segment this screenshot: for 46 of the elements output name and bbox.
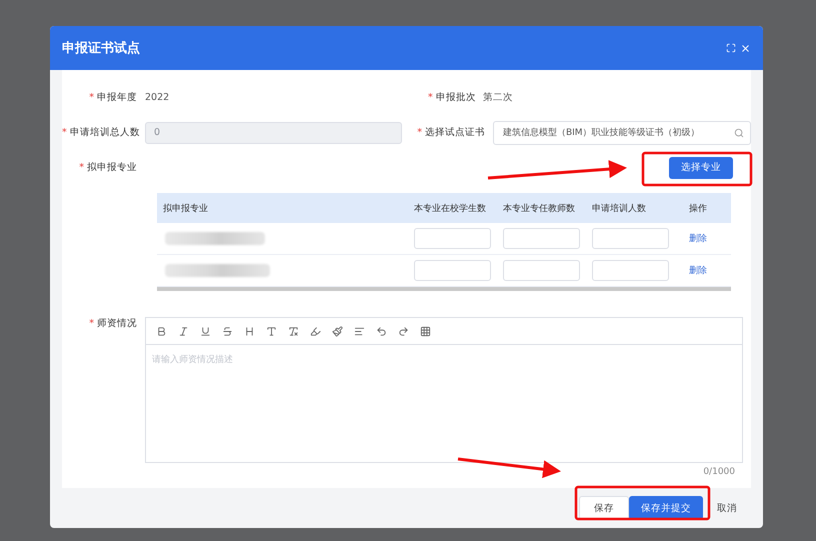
- paintbrush-icon[interactable]: [332, 326, 343, 336]
- select-value: 建筑信息模型（BIM）职业技能等级证书（初级）: [502, 126, 700, 139]
- action-button[interactable]: 保存并提交: [629, 496, 703, 520]
- input-field[interactable]: [592, 228, 669, 249]
- fullscreen-icon[interactable]: [726, 42, 736, 52]
- field-label: * 申请培训总人数: [62, 126, 141, 139]
- character-counter: 0/1000: [703, 467, 735, 477]
- input-field[interactable]: [414, 260, 491, 281]
- redo-icon[interactable]: [398, 326, 409, 336]
- column-header: 本专业在校学生数: [414, 202, 487, 214]
- table-icon[interactable]: [420, 326, 431, 336]
- input-field[interactable]: [503, 228, 580, 249]
- close-icon[interactable]: [740, 42, 751, 54]
- clear-format-icon[interactable]: [288, 326, 299, 336]
- delete-link[interactable]: 删除: [689, 232, 731, 245]
- column-header: 申请培训人数: [592, 202, 647, 214]
- input-field[interactable]: [503, 260, 580, 281]
- undo-icon[interactable]: [376, 326, 387, 336]
- input-field[interactable]: [414, 228, 491, 249]
- text-size-icon[interactable]: [266, 326, 277, 336]
- bold-icon[interactable]: [156, 326, 167, 336]
- field-value: 2022: [145, 92, 170, 103]
- column-header: 操作: [689, 202, 708, 214]
- field-label: * 选择试点证书: [416, 126, 486, 139]
- field-value: 第二次: [483, 91, 514, 104]
- italic-icon[interactable]: [178, 326, 189, 336]
- search-icon: [734, 128, 744, 138]
- rich-text-editor[interactable]: 请输入师资情况描述: [145, 317, 743, 463]
- highlighter-icon[interactable]: [310, 326, 321, 336]
- select-field[interactable]: 建筑信息模型（BIM）职业技能等级证书（初级）: [492, 120, 752, 144]
- underline-icon[interactable]: [200, 326, 211, 336]
- heading-icon[interactable]: [244, 326, 255, 336]
- action-button[interactable]: 取消: [703, 496, 751, 520]
- delete-link[interactable]: 删除: [689, 264, 731, 277]
- dialog-title: 申报证书试点: [62, 40, 140, 57]
- field-label: * 申报批次: [428, 91, 477, 104]
- field-label: * 申报年度: [88, 91, 138, 104]
- field-label: * 拟申报专业: [78, 161, 138, 174]
- input-field[interactable]: [592, 260, 669, 281]
- column-header: 本专业专任教师数: [503, 202, 576, 214]
- select-major-button[interactable]: 选择专业: [669, 156, 733, 178]
- field-label: * 师资情况: [88, 317, 138, 331]
- column-header: 拟申报专业: [162, 202, 209, 214]
- strikethrough-icon[interactable]: [222, 326, 233, 336]
- action-button[interactable]: 保存: [579, 496, 629, 520]
- align-icon[interactable]: [354, 326, 365, 336]
